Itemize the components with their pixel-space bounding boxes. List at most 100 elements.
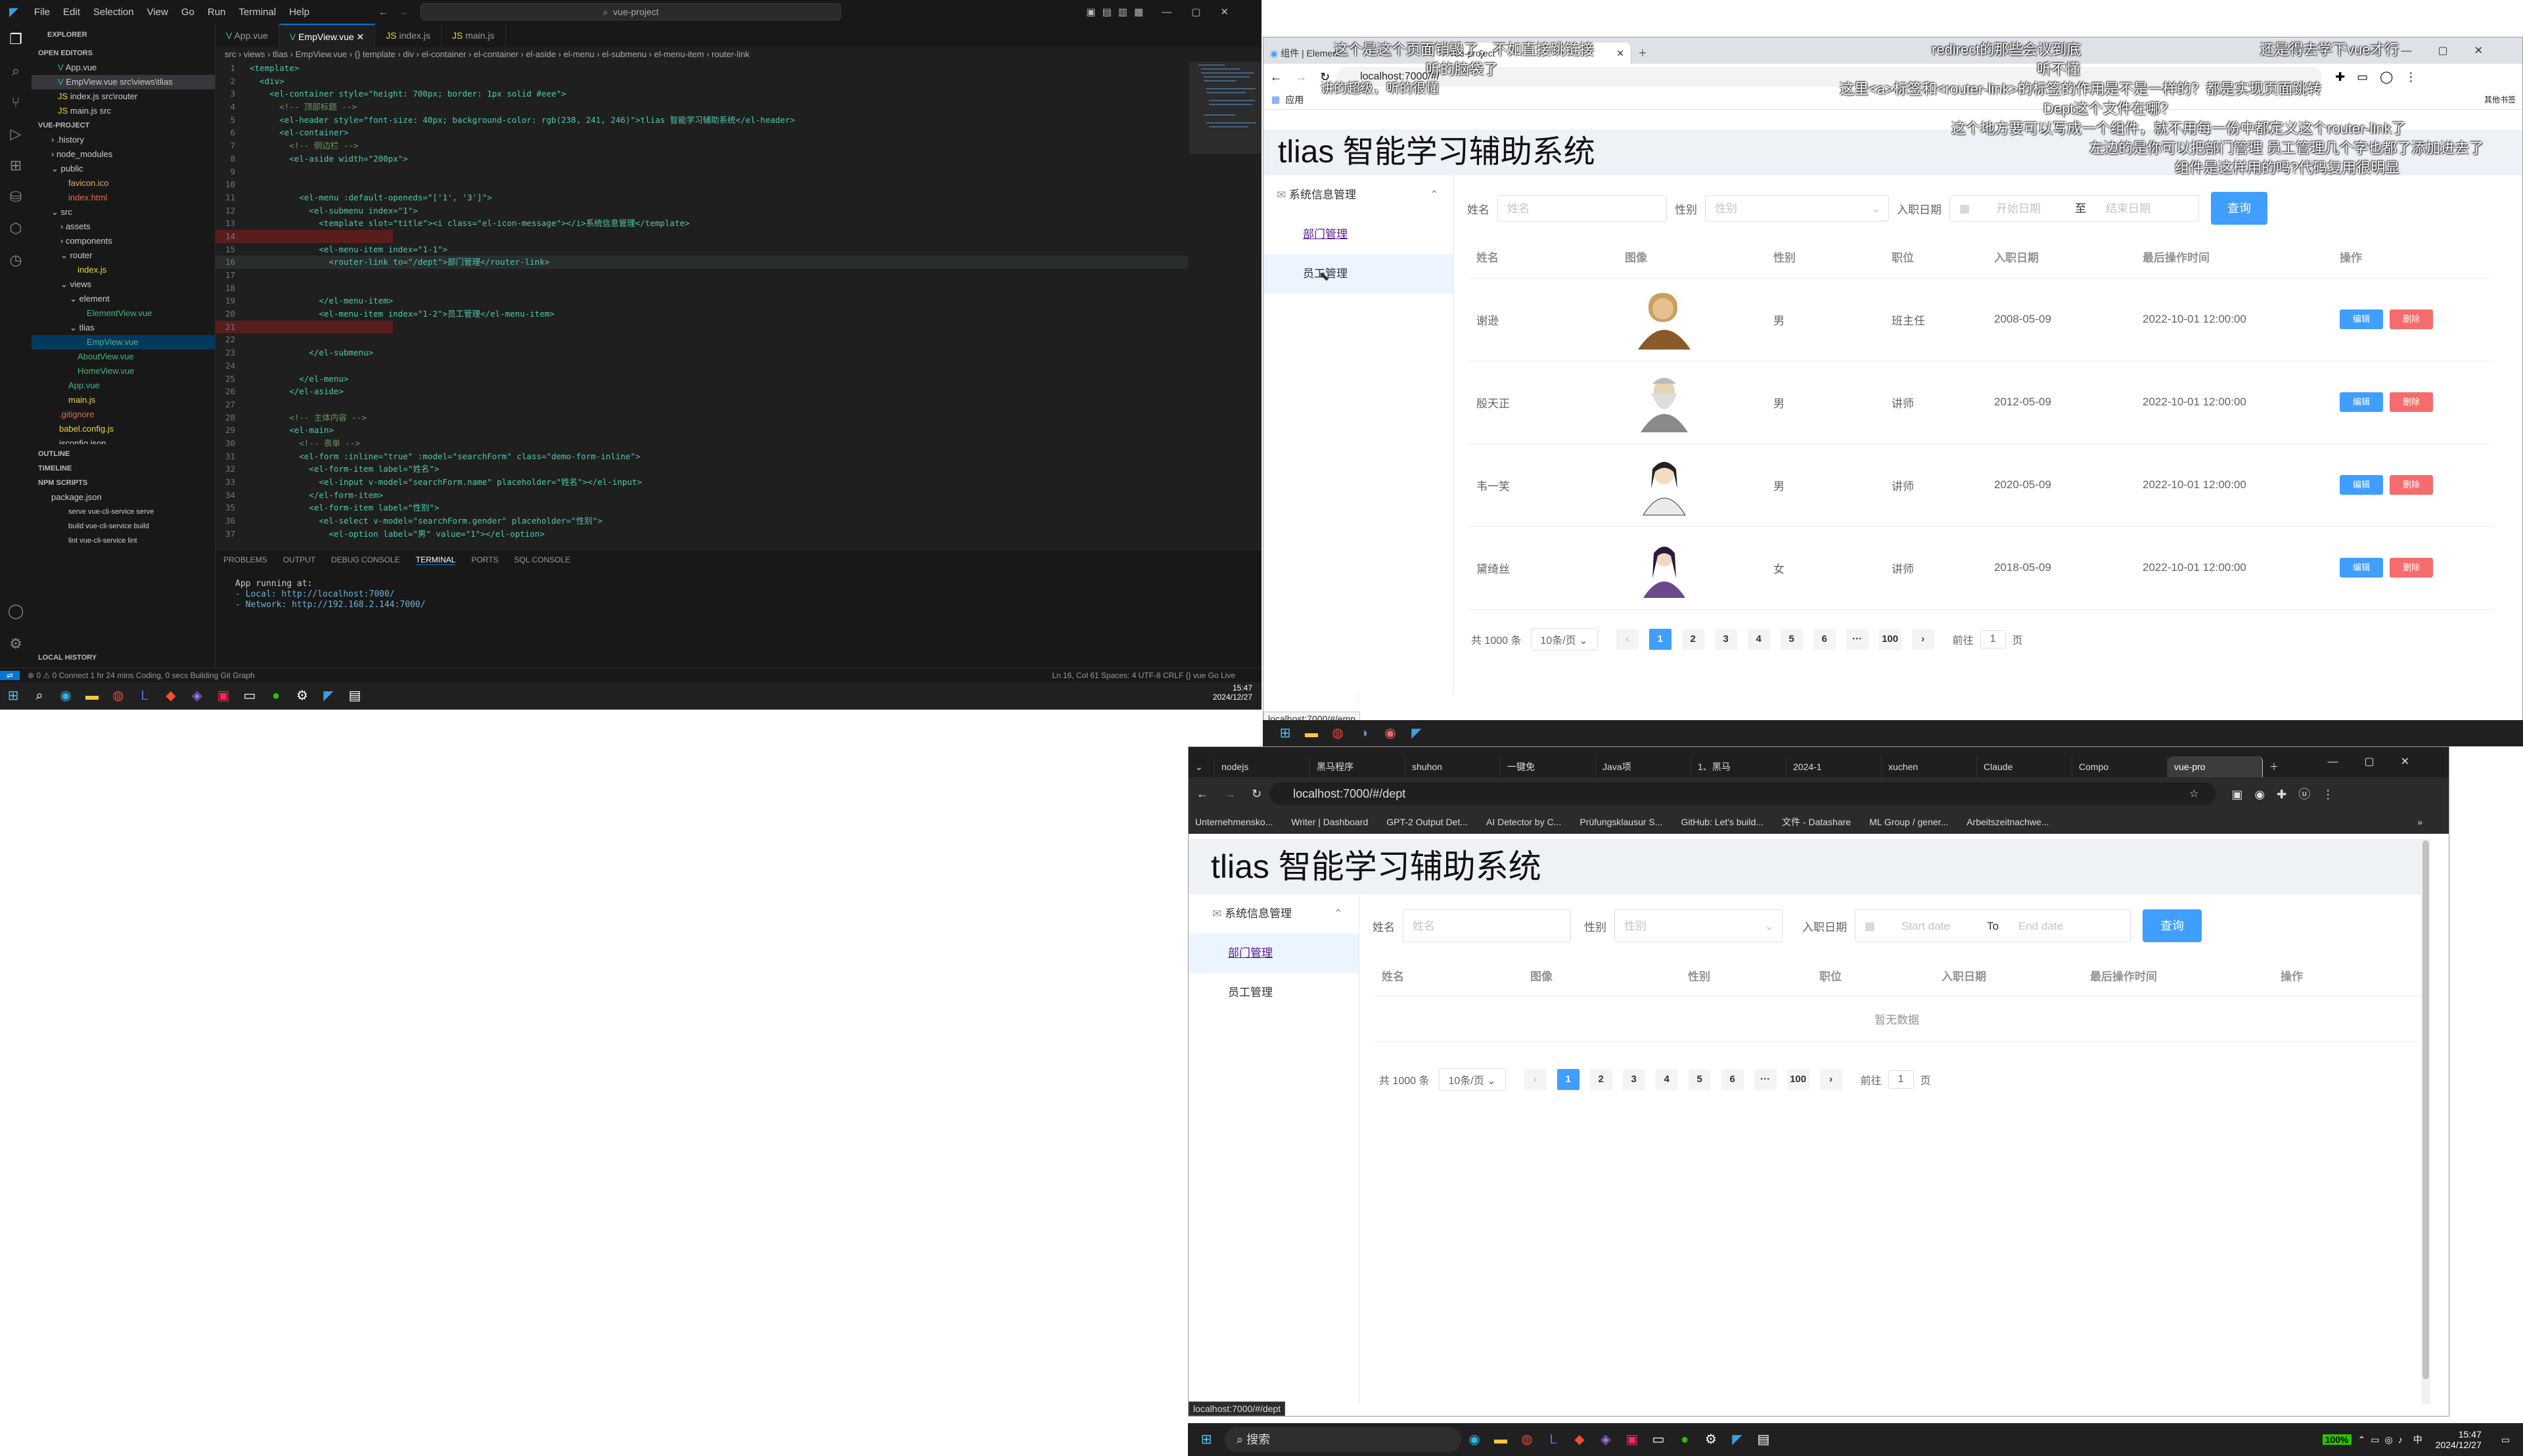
new-tab-button[interactable]: ＋ (2263, 756, 2285, 777)
terminal-icon[interactable]: ▭ (1645, 1426, 1671, 1453)
local-history-header[interactable]: LOCAL HISTORY (32, 650, 97, 665)
menu-item-emp[interactable]: 员工管理 (1189, 973, 1359, 1012)
chrome-icon[interactable]: ◍ (105, 683, 131, 709)
tree-item-active[interactable]: EmpView.vue (32, 335, 215, 350)
tree-item[interactable]: AboutView.vue (32, 350, 215, 364)
menu-run[interactable]: Run (208, 7, 226, 18)
chrome-icon[interactable]: ◍ (1514, 1426, 1540, 1453)
terminal-output[interactable]: App running at: - Local: http://localhos… (216, 570, 1262, 620)
delete-button[interactable]: 删除 (2390, 475, 2433, 495)
extensions-icon[interactable]: ✚▭◯⋮ (2335, 70, 2428, 84)
tree-item[interactable]: App.vue (32, 378, 215, 393)
gender-select[interactable]: 性别 ⌄ (1705, 195, 1889, 221)
taskbar-clock[interactable]: 15:47 2024/12/27 (2436, 1429, 2482, 1450)
page-ellipsis[interactable]: ··· (1846, 628, 1869, 650)
browser-tab[interactable]: shuhon (1405, 756, 1501, 777)
bookmark[interactable]: 文件 - Datashare (1782, 815, 1851, 829)
edit-button[interactable]: 编辑 (2340, 309, 2383, 329)
tab-terminal[interactable]: TERMINAL (415, 555, 456, 565)
page-number[interactable]: 1 (1648, 628, 1671, 650)
settings-gear-icon[interactable]: ⚙ (289, 683, 315, 709)
apps-icon[interactable]: ▦ (1271, 94, 1280, 105)
minimap[interactable] (1189, 62, 1262, 549)
tree-item[interactable]: ⌄ element (32, 292, 215, 306)
menu-view[interactable]: View (147, 7, 168, 18)
page-number[interactable]: 100 (1878, 628, 1901, 650)
search-icon[interactable]: ⌕ (26, 683, 53, 709)
bookmark[interactable]: Writer | Dashboard (1291, 817, 1368, 827)
tree-item[interactable]: ⌄ public (32, 162, 215, 176)
app-icon[interactable]: ▤ (342, 683, 368, 709)
browser-tab[interactable]: 1、黑马 (1691, 756, 1786, 777)
npm-item[interactable]: package.json (32, 490, 215, 505)
npm-scripts-header[interactable]: NPM SCRIPTS (32, 476, 215, 490)
query-button[interactable]: 查询 (2143, 909, 2202, 942)
browser-tab[interactable]: 2024-1 (1786, 756, 1882, 777)
bookmark[interactable]: AI Detector by C... (1486, 817, 1561, 827)
tab-app-vue[interactable]: V App.vue (216, 24, 279, 47)
app-icon[interactable]: ▤ (1750, 1426, 1777, 1453)
chrome-icon[interactable]: ◍ (1325, 720, 1351, 746)
browser-tab[interactable]: 黑马程序 (1310, 756, 1405, 777)
other-bookmarks[interactable]: 其他书签 (2484, 94, 2516, 105)
edge-icon[interactable]: ◉ (1461, 1426, 1488, 1453)
intellij-icon[interactable]: ▣ (1619, 1426, 1645, 1453)
menu-group-system[interactable]: ✉ 系统信息管理 ⌃ (1189, 894, 1359, 934)
window-controls[interactable]: —▢✕ (1162, 6, 1248, 18)
star-icon[interactable]: ☆ (2189, 787, 2198, 800)
page-number[interactable]: 4 (1747, 628, 1770, 650)
status-right[interactable]: Ln 16, Col 61 Spaces: 4 UTF-8 CRLF {} vu… (1052, 671, 1235, 680)
page-number[interactable]: 100 (1786, 1068, 1809, 1090)
bookmark[interactable]: GPT-2 Output Det... (1386, 817, 1468, 827)
browser-tab[interactable]: Claude (1977, 756, 2072, 777)
file-explorer-icon[interactable]: ▬ (1488, 1426, 1514, 1453)
tab-index-js[interactable]: JS index.js (375, 24, 442, 47)
ime-indicator[interactable]: 中 (2413, 1433, 2422, 1446)
project-header[interactable]: VUE-PROJECT (32, 118, 215, 133)
windows-start-icon[interactable]: ⊞ (1272, 720, 1298, 746)
date-range-picker[interactable]: ▦ Start date To End date (1855, 909, 2131, 942)
bookmark[interactable]: Arbeitszeitnachwe... (1966, 817, 2049, 827)
extensions-icon[interactable]: ⊞ (0, 150, 32, 181)
page-number[interactable]: 6 (1721, 1068, 1744, 1090)
vscode-icon[interactable]: ◤ (315, 683, 342, 709)
edit-button[interactable]: 编辑 (2340, 475, 2383, 495)
tree-item[interactable]: ⌄ src (32, 205, 215, 219)
explorer-icon[interactable]: ❐ (0, 24, 32, 55)
outline-header[interactable]: OUTLINE (32, 447, 215, 461)
tab-empview-vue[interactable]: V EmpView.vue ✕ (279, 24, 376, 47)
database-icon[interactable]: ⛁ (0, 181, 32, 213)
bookmark[interactable]: ML Group / gener... (1869, 817, 1948, 827)
open-editor-item[interactable]: V App.vue (32, 60, 215, 75)
terminal-icon[interactable]: ▭ (237, 683, 263, 709)
npm-item[interactable]: lint vue-cli-service lint (32, 534, 215, 548)
git-icon[interactable]: ◆ (158, 683, 184, 709)
page-number[interactable]: 6 (1813, 628, 1836, 650)
intellij-icon[interactable]: ▣ (210, 683, 237, 709)
layout-icons[interactable]: ▣▤▥▦ (1086, 6, 1150, 18)
menu-link-dept[interactable]: 部门管理 (1228, 947, 1273, 959)
page-number[interactable]: 4 (1655, 1068, 1678, 1090)
open-editors-header[interactable]: OPEN EDITORS (32, 46, 215, 60)
page-size-select[interactable]: 10条/页 ⌄ (1530, 627, 1598, 650)
bookmark[interactable]: GitHub: Let's build... (1681, 817, 1763, 827)
windows-start-icon[interactable]: ⊞ (1193, 1426, 1219, 1453)
settings-gear-icon[interactable]: ⚙ (0, 628, 32, 660)
goto-input[interactable]: 1 (1888, 1070, 1914, 1089)
delete-button[interactable]: 删除 (2390, 309, 2433, 329)
tab-sql-console[interactable]: SQL CONSOLE (514, 555, 571, 564)
tab-main-js[interactable]: JS main.js (442, 24, 506, 47)
next-page-button[interactable]: › (1819, 1068, 1842, 1090)
page-number[interactable]: 2 (1589, 1068, 1612, 1090)
delete-button[interactable]: 删除 (2390, 392, 2433, 412)
bookmark[interactable]: Unternehmensko... (1195, 817, 1273, 827)
app-l-icon[interactable]: L (1540, 1426, 1566, 1453)
bookmark-apps[interactable]: 应用 (1285, 93, 1304, 106)
app-icon[interactable]: ◑ (1351, 720, 1377, 746)
menu-selection[interactable]: Selection (93, 7, 134, 18)
browser-tab-active[interactable]: vue-pro (2168, 756, 2263, 777)
tab-ports[interactable]: PORTS (471, 555, 498, 564)
tab-output[interactable]: OUTPUT (283, 555, 315, 564)
app-icon[interactable]: ◉ (1377, 720, 1403, 746)
edit-button[interactable]: 编辑 (2340, 558, 2383, 578)
